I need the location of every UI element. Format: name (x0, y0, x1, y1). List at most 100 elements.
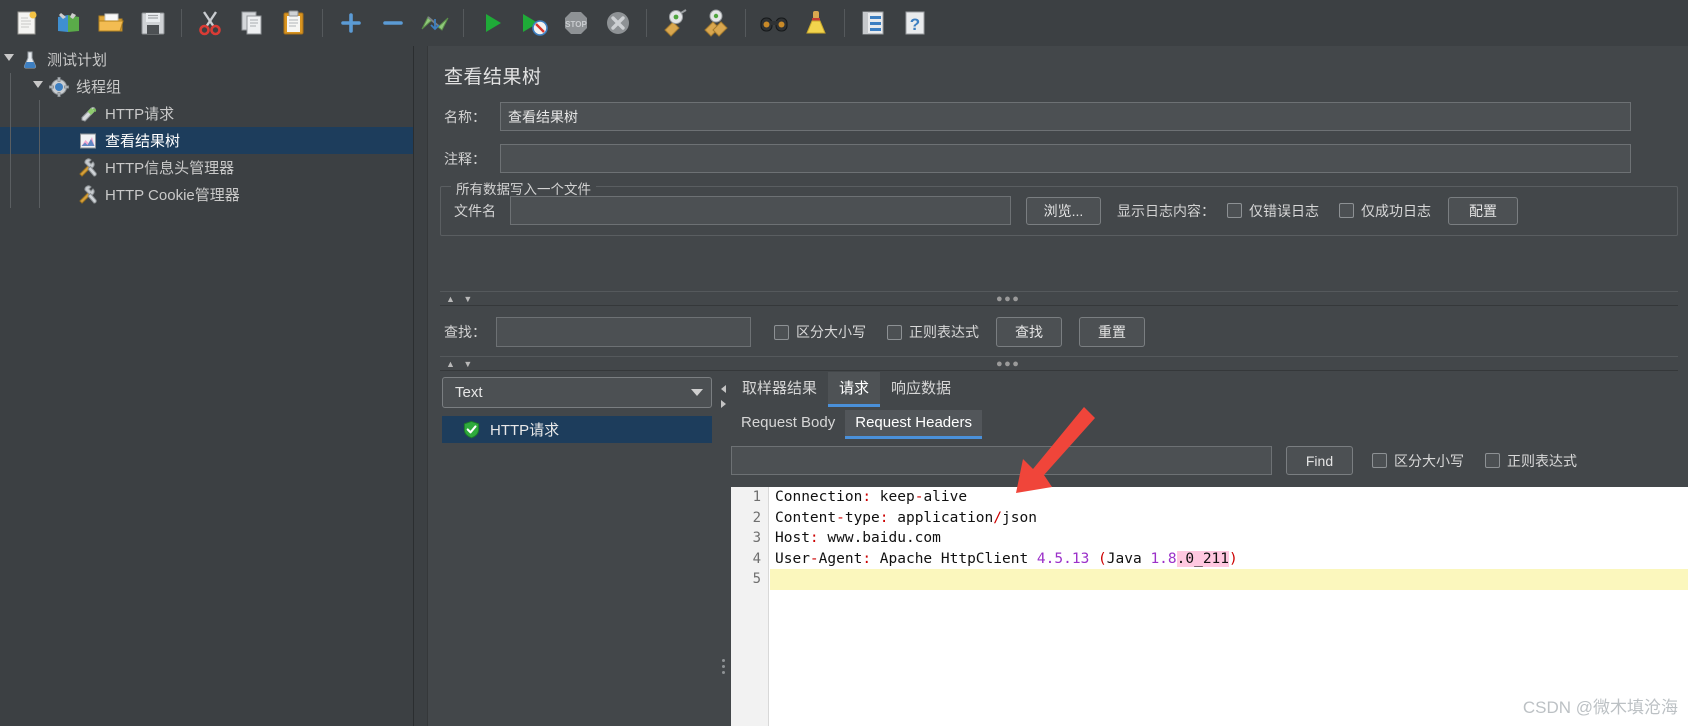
splitter-arrows[interactable]: ▲ ▼ (446, 294, 475, 304)
cut-icon[interactable] (191, 4, 229, 42)
subtab-2[interactable]: Request Headers (845, 410, 982, 439)
regex-checkbox[interactable] (887, 324, 902, 340)
tree-node-4[interactable]: 查看结果树 (0, 127, 413, 154)
clear-icon[interactable] (656, 4, 694, 42)
tab-3[interactable]: 响应数据 (880, 372, 962, 404)
tree-node-label: HTTP信息头管理器 (105, 160, 235, 177)
toolbar-separator (745, 9, 746, 37)
tree-node-label: HTTP Cookie管理器 (105, 187, 240, 204)
code-line[interactable]: Content-type: application/json (770, 508, 1688, 529)
new-from-template-icon[interactable] (50, 4, 88, 42)
comment-input[interactable] (500, 144, 1631, 173)
test-plan-icon (18, 49, 42, 71)
tree-expander-placeholder (58, 154, 76, 181)
test-plan-tree[interactable]: 测试计划线程组 HTTP请求 查看结果树 HTTP信息头管理器 HTTP Cookie管… (0, 46, 414, 726)
save-icon[interactable] (134, 4, 172, 42)
log-display-label: 显示日志内容： (1117, 202, 1215, 219)
stop-icon[interactable]: STOP (557, 4, 595, 42)
browse-button[interactable]: 浏览... (1026, 196, 1101, 225)
find-button[interactable]: 查找 (996, 317, 1062, 347)
tree-guide (10, 127, 11, 154)
tree-node-3[interactable]: HTTP请求 (0, 100, 413, 127)
subtab-1[interactable]: Request Body (731, 410, 845, 436)
splitter-grip[interactable]: ●●● (996, 293, 1020, 305)
splitter-grip-2[interactable]: ●●● (996, 358, 1020, 370)
tab-1[interactable]: 取样器结果 (731, 372, 828, 404)
line-number: 4 (752, 550, 761, 567)
reset-search-icon[interactable] (797, 4, 835, 42)
detail-find-input[interactable] (731, 446, 1272, 475)
tree-expander-placeholder (58, 127, 76, 154)
code-token: 4.5.13 (1036, 550, 1090, 567)
tree-guide (39, 127, 40, 154)
reset-button[interactable]: 重置 (1079, 317, 1145, 347)
right-area: 查看结果树 名称： 查看结果树 注释： 所有数据写入一个文件 文件名 浏览...… (415, 46, 1688, 726)
code-token: / (993, 509, 1002, 526)
collapse-all-icon[interactable] (374, 4, 412, 42)
search-input[interactable] (496, 317, 751, 347)
tab-2[interactable]: 请求 (828, 372, 881, 407)
toggle-icon[interactable] (416, 4, 454, 42)
tree-node-5[interactable]: HTTP信息头管理器 (0, 154, 413, 181)
filename-input[interactable] (510, 196, 1011, 225)
detail-find-button[interactable]: Find (1286, 446, 1353, 475)
code-line[interactable]: Connection: keep-alive (770, 487, 1688, 508)
results-splitter-handle[interactable] (718, 646, 729, 686)
thread-group-icon (47, 76, 71, 98)
shutdown-icon[interactable] (599, 4, 637, 42)
splitter-arrows-2[interactable]: ▲ ▼ (446, 359, 475, 369)
filename-label: 文件名 (454, 202, 496, 219)
detail-case-sensitive-checkbox[interactable] (1372, 453, 1387, 468)
detail-tabs[interactable]: 取样器结果 请求 响应数据 (731, 372, 962, 407)
splitter-middle[interactable]: ▲ ▼ ●●● (440, 356, 1678, 371)
results-splitter-arrows[interactable] (718, 378, 729, 414)
results-list[interactable]: HTTP请求 (442, 416, 712, 724)
search-icon[interactable] (755, 4, 793, 42)
splitter-top[interactable]: ▲ ▼ ●●● (440, 291, 1678, 306)
tree-guide (10, 181, 11, 208)
code-content[interactable]: Connection: keep-alive Content-type: appl… (770, 487, 1688, 590)
paste-icon[interactable] (275, 4, 313, 42)
new-file-icon[interactable] (8, 4, 46, 42)
expand-all-icon[interactable] (332, 4, 370, 42)
code-token: : (879, 509, 889, 526)
code-token: ( (1089, 550, 1107, 567)
render-selector[interactable]: Text (442, 377, 712, 408)
code-token: : (862, 489, 872, 505)
code-token: .0_211 (1176, 550, 1230, 567)
open-folder-icon[interactable] (92, 4, 130, 42)
configure-button[interactable]: 配置 (1448, 196, 1518, 225)
code-token: Content (775, 509, 837, 526)
tree-node-1[interactable]: 测试计划 (0, 46, 413, 73)
code-line[interactable]: Host: www.baidu.com (770, 528, 1688, 549)
arrow-left-icon[interactable] (721, 384, 726, 393)
success-only-checkbox[interactable] (1339, 203, 1354, 218)
watermark: CSDN @微木填沧海 (1522, 698, 1678, 717)
write-all-data-group-label: 所有数据写入一个文件 (451, 178, 596, 198)
code-line[interactable]: User-Agent: Apache HttpClient 4.5.13 (Ja… (770, 549, 1688, 570)
chevron-down-icon[interactable] (29, 73, 47, 100)
detail-subtabs[interactable]: Request Body Request Headers (731, 410, 982, 439)
result-item[interactable]: HTTP请求 (442, 416, 712, 443)
clear-all-icon[interactable] (698, 4, 736, 42)
code-token: Apache HttpClient (871, 550, 1037, 567)
tree-node-6[interactable]: HTTP Cookie管理器 (0, 181, 413, 208)
request-headers-viewer[interactable]: 12345 Connection: keep-alive Content-type… (731, 487, 1688, 726)
errors-only-checkbox[interactable] (1227, 203, 1242, 218)
start-icon[interactable] (473, 4, 511, 42)
case-sensitive-checkbox[interactable] (774, 324, 789, 340)
search-label: 查找： (444, 324, 486, 340)
chevron-down-icon[interactable] (0, 46, 18, 73)
code-line[interactable] (770, 569, 1688, 590)
detail-regex-checkbox[interactable] (1485, 453, 1500, 468)
copy-icon[interactable] (233, 4, 271, 42)
arrow-right-icon[interactable] (721, 399, 726, 408)
toolbar-separator (844, 9, 845, 37)
start-no-timers-icon[interactable] (515, 4, 553, 42)
tree-node-label: 线程组 (76, 79, 122, 96)
name-input[interactable]: 查看结果树 (500, 102, 1631, 131)
tree-node-2[interactable]: 线程组 (0, 73, 413, 100)
result-item-label: HTTP请求 (490, 422, 560, 439)
help-icon[interactable]: ? (896, 4, 934, 42)
function-helper-icon[interactable] (854, 4, 892, 42)
